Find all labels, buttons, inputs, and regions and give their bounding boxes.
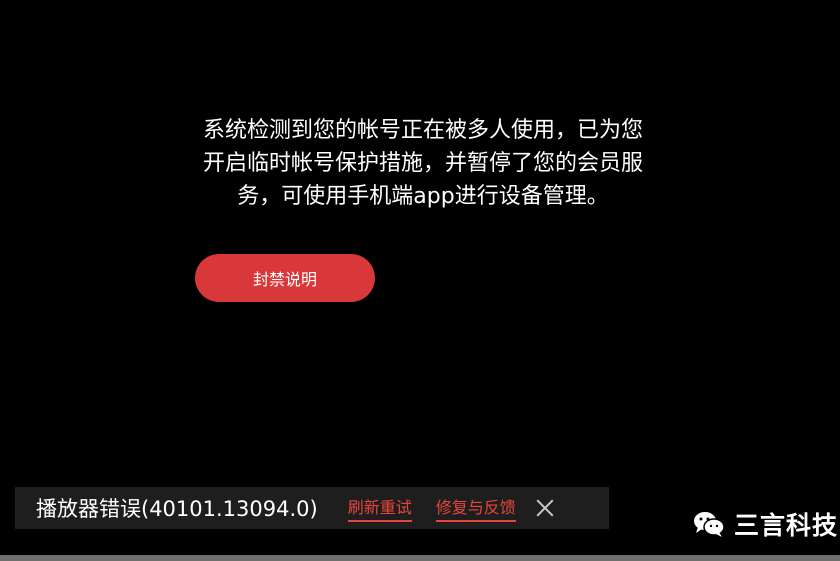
player-error-bar: 播放器错误(40101.13094.0) 刷新重试 修复与反馈 xyxy=(15,487,609,529)
notice-line: 系统检测到您的帐号正在被多人使用，已为您 xyxy=(202,118,643,143)
close-icon[interactable] xyxy=(534,497,556,519)
refresh-retry-link[interactable]: 刷新重试 xyxy=(347,494,412,522)
bottom-strip xyxy=(0,555,840,561)
player-error-message: 播放器错误(40101.13094.0) xyxy=(36,497,318,521)
ban-explanation-button[interactable]: 封禁说明 xyxy=(195,254,375,302)
notice-line: 务，可使用手机端app进行设备管理。 xyxy=(237,184,609,209)
wechat-icon xyxy=(694,512,725,537)
account-protection-notice: 系统检测到您的帐号正在被多人使用，已为您 开启临时帐号保护措施，并暂停了您的会员… xyxy=(178,114,668,213)
video-player: 系统检测到您的帐号正在被多人使用，已为您 开启临时帐号保护措施，并暂停了您的会员… xyxy=(0,0,840,561)
repair-feedback-link[interactable]: 修复与反馈 xyxy=(435,494,516,522)
watermark: 三言科技 xyxy=(692,506,838,542)
notice-line: 开启临时帐号保护措施，并暂停了您的会员服 xyxy=(202,151,643,176)
watermark-text: 三言科技 xyxy=(734,511,839,540)
